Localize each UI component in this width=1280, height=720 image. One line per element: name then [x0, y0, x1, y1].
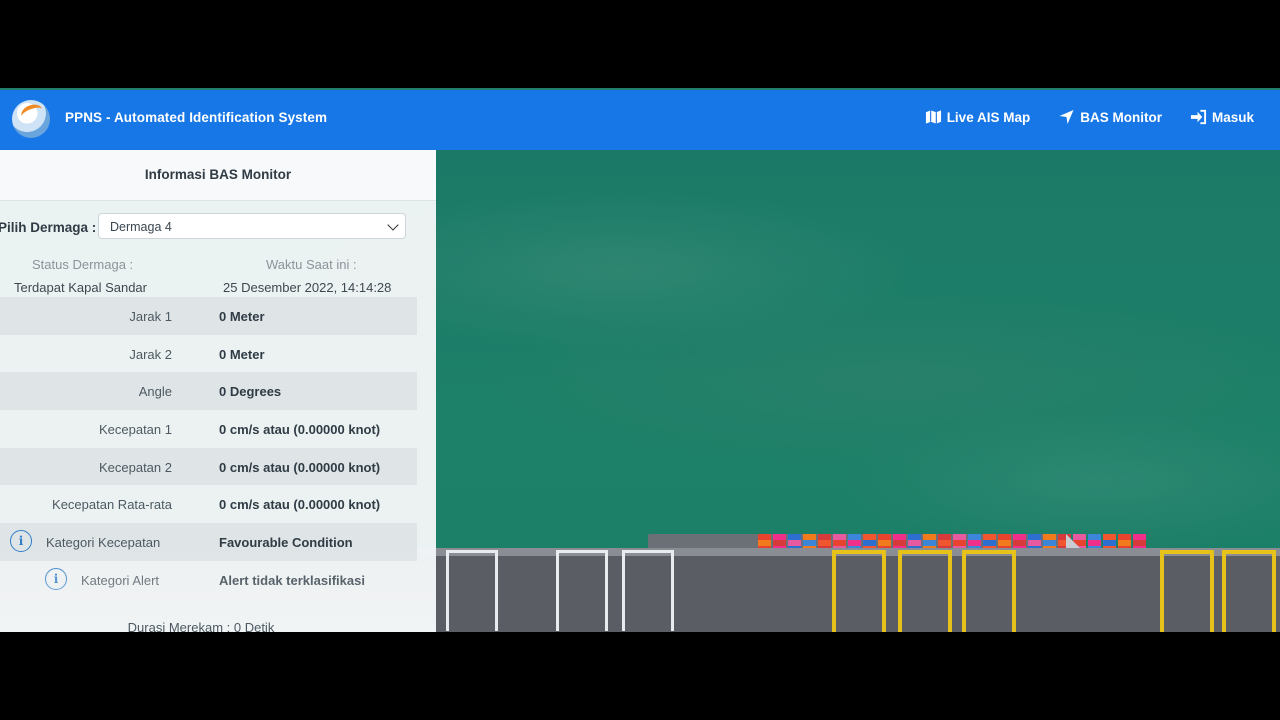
crane	[556, 550, 608, 631]
table-row: Angle 0 Degrees	[0, 372, 417, 411]
row-label: Angle	[138, 384, 172, 400]
row-value: 0 Meter	[219, 309, 265, 324]
dermaga-select-row: Pilih Dermaga : Dermaga 4	[0, 213, 436, 241]
nav-masuk[interactable]: Masuk	[1190, 109, 1254, 125]
waktu-value: 25 Desember 2022, 14:14:28	[223, 280, 392, 295]
navbar: PPNS - Automated Identification System L…	[0, 90, 1280, 150]
table-row: Kecepatan 1 0 cm/s atau (0.00000 knot)	[0, 410, 417, 448]
info-table: Jarak 1 0 Meter Jarak 2 0 Meter Angle 0 …	[0, 297, 417, 599]
status-dermaga-label: Status Dermaga :	[32, 257, 134, 272]
crane	[1222, 550, 1276, 632]
row-label: Kecepatan 1	[98, 422, 172, 438]
row-label: Jarak 2	[129, 346, 172, 362]
dermaga-select-label: Pilih Dermaga :	[0, 220, 97, 235]
nav-menu: Live AIS Map BAS Monitor Masuk	[925, 109, 1254, 125]
row-label: Jarak 1	[129, 309, 172, 324]
chevron-down-icon	[387, 219, 399, 231]
waktu-label: Waktu Saat ini :	[266, 257, 357, 272]
dermaga-select-value: Dermaga 4	[110, 220, 172, 234]
durasi-merekam: Durasi Merekam : 0 Detik	[127, 620, 275, 632]
table-row: Jarak 2 0 Meter	[0, 335, 417, 373]
map-icon	[925, 110, 941, 124]
panel-title: Informasi BAS Monitor	[0, 150, 436, 201]
row-value: 0 cm/s atau (0.00000 knot)	[219, 459, 381, 475]
crane	[832, 550, 886, 632]
brand-title[interactable]: PPNS - Automated Identification System	[65, 110, 327, 125]
row-value: 0 cm/s atau (0.00000 knot)	[219, 497, 381, 513]
crane	[446, 550, 498, 631]
nav-bas-monitor[interactable]: BAS Monitor	[1058, 109, 1162, 125]
crane	[898, 550, 952, 632]
row-value: Alert tidak terklasifikasi	[219, 572, 365, 588]
table-row: Jarak 1 0 Meter	[0, 297, 417, 335]
status-dermaga-value: Terdapat Kapal Sandar	[14, 280, 147, 295]
row-label: Kategori Alert	[81, 572, 160, 588]
info-icon[interactable]: i	[10, 530, 32, 553]
row-label: Kecepatan 2	[98, 459, 172, 475]
crane	[962, 550, 1016, 632]
dermaga-select[interactable]: Dermaga 4	[98, 213, 406, 239]
row-value: 0 Meter	[219, 346, 265, 362]
crane	[622, 550, 674, 631]
row-value: 0 Degrees	[219, 384, 282, 400]
bas-monitor-panel: Informasi BAS Monitor Pilih Dermaga : De…	[0, 150, 436, 632]
table-row: Kecepatan 2 0 cm/s atau (0.00000 knot)	[0, 447, 417, 486]
crane	[1160, 550, 1214, 632]
nav-label: Masuk	[1211, 109, 1254, 125]
table-row: i Kategori Alert Alert tidak terklasifik…	[0, 561, 417, 599]
ppns-logo[interactable]	[12, 100, 50, 138]
sign-in-icon	[1190, 109, 1207, 125]
app-window: PPNS - Automated Identification System L…	[0, 88, 1280, 632]
table-row: i Kategori Kecepatan Favourable Conditio…	[0, 523, 417, 561]
nav-label: Live AIS Map	[946, 109, 1031, 125]
row-label: Kategori Kecepatan	[46, 535, 161, 551]
info-icon[interactable]: i	[45, 567, 67, 590]
nav-label: BAS Monitor	[1080, 109, 1162, 125]
nav-live-ais-map[interactable]: Live AIS Map	[925, 109, 1031, 125]
table-row: Kecepatan Rata-rata 0 cm/s atau (0.00000…	[0, 485, 417, 523]
row-value: 0 cm/s atau (0.00000 knot)	[219, 422, 381, 438]
row-label: Kecepatan Rata-rata	[52, 497, 172, 513]
row-value: Favourable Condition	[219, 535, 353, 551]
location-arrow-icon	[1059, 110, 1074, 124]
